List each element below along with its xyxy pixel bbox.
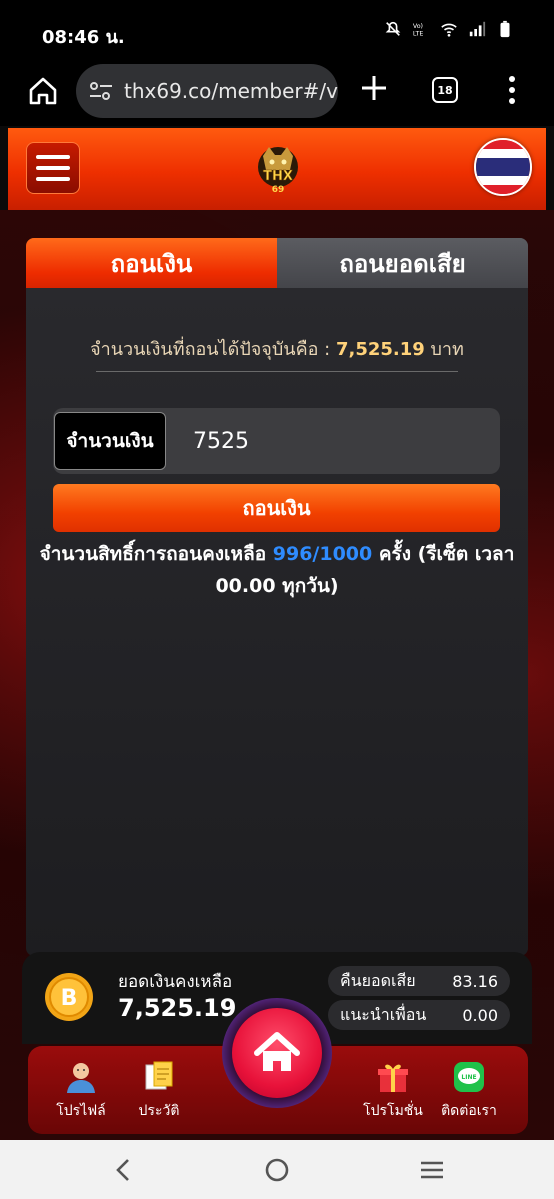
nav-contact[interactable]: LINE ติดต่อเรา — [434, 1060, 504, 1122]
svg-text:LINE: LINE — [461, 1074, 476, 1081]
profile-icon — [67, 1063, 95, 1093]
recents-icon[interactable] — [418, 1156, 446, 1184]
address-bar[interactable]: thx69.co/member#/v — [76, 64, 338, 118]
tab-switcher-button[interactable]: 18 — [432, 77, 458, 103]
nav-history-label: ประวัติ — [138, 1103, 180, 1119]
cashback-value: 83.16 — [452, 971, 498, 991]
available-balance-text: จำนวนเงินที่ถอนได้ปัจจุบันคือ : 7,525.19… — [26, 334, 528, 363]
rights-prefix: จำนวนสิทธิ์การถอนคงเหลือ — [39, 543, 273, 565]
withdraw-button[interactable]: ถอนเงิน — [53, 484, 500, 532]
withdraw-tabs: ถอนเงิน ถอนยอดเสีย — [26, 238, 528, 288]
svg-text:LTE: LTE — [413, 30, 423, 37]
balance-value: 7,525.19 — [118, 994, 237, 1022]
amount-label: จำนวนเงิน — [54, 412, 166, 470]
mute-icon — [385, 21, 401, 36]
house-icon — [254, 1032, 300, 1071]
nav-promotion-label: โปรโมชั่น — [363, 1103, 423, 1119]
page: 08:46 น. Vo) LTE thx69.co/member#/v 18 TH… — [0, 0, 554, 1199]
status-bar: 08:46 น. Vo) LTE — [0, 0, 554, 58]
available-amount: 7,525.19 — [335, 339, 425, 360]
svg-text:B: B — [61, 986, 78, 1011]
home-button-face — [232, 1008, 322, 1098]
balance-label: ยอดเงินคงเหลือ — [118, 972, 233, 992]
wifi-icon — [441, 23, 457, 37]
amount-field-row: จำนวนเงิน — [53, 408, 500, 474]
divider — [96, 371, 458, 372]
nav-profile-label: โปรไฟล์ — [56, 1103, 106, 1119]
more-menu-icon[interactable] — [505, 74, 519, 106]
available-prefix: จำนวนเงินที่ถอนได้ปัจจุบันคือ : — [90, 339, 336, 360]
hamburger-menu-button[interactable] — [26, 142, 80, 194]
line-chat-icon: LINE — [454, 1062, 484, 1092]
available-unit: บาท — [424, 339, 464, 360]
status-time: 08:46 น. — [42, 27, 125, 48]
site-header: THX 69 — [8, 128, 546, 210]
withdraw-card: ถอนเงิน ถอนยอดเสีย จำนวนเงินที่ถอนได้ปัจ… — [26, 238, 528, 956]
cashback-stat: คืนยอดเสีย 83.16 — [328, 966, 510, 996]
svg-text:Vo): Vo) — [413, 23, 423, 30]
history-icon — [145, 1061, 173, 1090]
battery-icon — [500, 20, 510, 38]
tab-withdraw[interactable]: ถอนเงิน — [26, 238, 277, 288]
signal-icon — [469, 21, 486, 37]
svg-text:69: 69 — [272, 185, 285, 195]
browser-toolbar: thx69.co/member#/v 18 — [0, 58, 554, 126]
gift-icon — [378, 1064, 408, 1092]
cashback-label: คืนยอดเสีย — [340, 970, 416, 990]
volte-icon: Vo)LTE — [413, 23, 423, 37]
back-icon[interactable] — [110, 1156, 138, 1184]
referral-stat: แนะนำเพื่อน 0.00 — [328, 1000, 510, 1030]
referral-value: 0.00 — [462, 1005, 498, 1025]
home-button[interactable] — [222, 998, 332, 1108]
bitcoin-coin-icon: B — [45, 973, 93, 1021]
amount-input[interactable] — [193, 420, 483, 462]
nav-promotion[interactable]: โปรโมชั่น — [358, 1060, 428, 1122]
status-icons: Vo) LTE — [384, 20, 514, 38]
site-settings-icon[interactable] — [88, 80, 114, 102]
rights-count: 996/1000 — [272, 543, 373, 565]
language-flag-thai[interactable] — [474, 138, 532, 196]
android-nav-bar — [0, 1140, 554, 1199]
home-icon[interactable] — [26, 74, 60, 108]
svg-text:THX: THX — [263, 169, 293, 184]
url-text: thx69.co/member#/v — [124, 79, 338, 103]
withdraw-rights-text: จำนวนสิทธิ์การถอนคงเหลือ 996/1000 ครั้ง … — [36, 538, 518, 602]
site-logo[interactable]: THX 69 — [251, 142, 305, 196]
tab-withdraw-cashback[interactable]: ถอนยอดเสีย — [277, 238, 528, 288]
home-circle-icon[interactable] — [263, 1156, 291, 1184]
new-tab-icon[interactable] — [358, 72, 390, 104]
nav-contact-label: ติดต่อเรา — [441, 1103, 497, 1119]
nav-history[interactable]: ประวัติ — [124, 1060, 194, 1122]
nav-profile[interactable]: โปรไฟล์ — [46, 1060, 116, 1122]
referral-label: แนะนำเพื่อน — [340, 1004, 427, 1024]
